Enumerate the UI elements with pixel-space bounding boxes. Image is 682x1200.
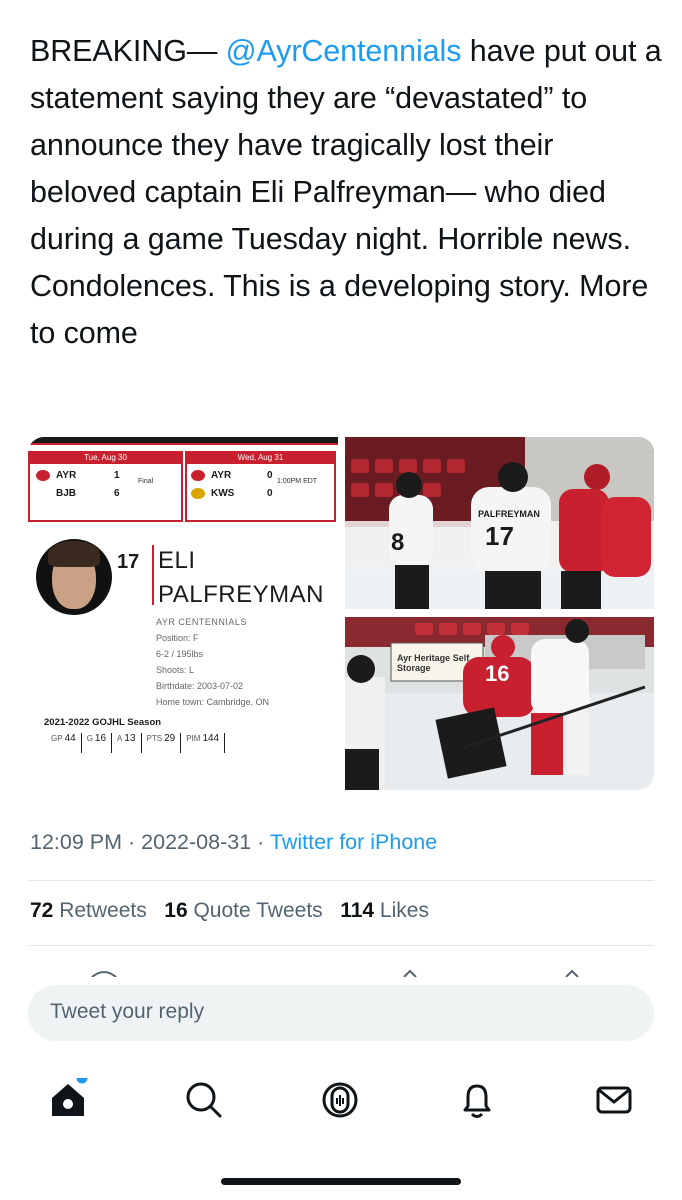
game-box-2: AYR 0 1:00PM EDT KWS 0 (185, 464, 336, 522)
tweet-timestamp: 12:09 PM · 2022-08-31 · Twitter for iPho… (30, 830, 437, 855)
game-date-2: Wed, Aug 31 (185, 451, 336, 464)
likes-label: Likes (379, 899, 429, 922)
tweet-date: 2022-08-31 (141, 830, 252, 854)
divider-top (28, 880, 654, 881)
divider-bottom (28, 945, 654, 946)
likes-link[interactable]: 114 Likes (340, 899, 429, 922)
hockey-photo-bottom-art (345, 617, 654, 790)
reply-input[interactable]: Tweet your reply (28, 985, 654, 1041)
tab-messages[interactable] (592, 1078, 636, 1122)
stat-pts: PTS 29 (142, 733, 182, 753)
tab-spaces[interactable] (318, 1078, 362, 1122)
jersey-name-text: PALFREYMAN (478, 509, 540, 519)
stat-pim: PIM 144 (181, 733, 226, 753)
avatar-hair (48, 541, 100, 567)
tab-home[interactable] (46, 1072, 90, 1122)
media-grid: Tue, Aug 30 Wed, Aug 31 AYR 1 Final BJB … (28, 437, 654, 790)
mention-link[interactable]: @AyrCentennials (226, 34, 462, 68)
tweet-text: BREAKING— @AyrCentennials have put out a… (30, 28, 662, 357)
player-shoots: Shoots: L (156, 665, 195, 675)
stat-gp: GP 44 (46, 733, 82, 753)
home-icon (52, 1072, 88, 1116)
stat-value: 29 (164, 733, 176, 744)
game-box-1: AYR 1 Final BJB 6 (28, 464, 183, 522)
search-icon (186, 1082, 222, 1118)
player-position: Position: F (156, 633, 199, 643)
home-indicator (221, 1178, 461, 1185)
score-home: 1 (114, 470, 120, 481)
stat-a: A 13 (112, 733, 142, 753)
jersey-number-text: 17 (485, 521, 514, 551)
meta-separator: · (128, 830, 136, 854)
game-status: Final (138, 478, 154, 485)
scoreboard-topbar (28, 437, 338, 445)
tweet-time: 12:09 PM (30, 830, 123, 854)
action-bar-peek (0, 964, 682, 978)
player-number: 17 (117, 551, 140, 573)
player-first-name: ELI (158, 547, 196, 574)
hockey-photo-top[interactable]: PALFREYMAN 17 8 (345, 437, 654, 609)
jersey-number-16: 16 (485, 661, 510, 686)
stat-g: G 16 (82, 733, 113, 753)
player-size: 6-2 / 195lbs (156, 649, 204, 659)
player-hometown: Home town: Cambridge, ON (156, 697, 270, 707)
team-away: BJB (56, 488, 77, 499)
stat-label: PTS (146, 734, 163, 743)
ayr-logo-icon (191, 470, 205, 481)
likes-count: 114 (340, 899, 375, 922)
kws-logo-icon (191, 488, 205, 499)
tweet-text-prefix: BREAKING— (30, 34, 226, 68)
notifications-icon (463, 1084, 491, 1118)
season-stats: GP 44 G 16 A 13 PTS 29 PIM 144 (46, 733, 226, 753)
team-home: AYR (211, 470, 232, 481)
sign-text: Ayr Heritage Self Storage (397, 653, 470, 673)
score-home: 0 (267, 470, 273, 481)
player-birthdate: Birthdate: 2003-07-02 (156, 681, 244, 691)
team-home: AYR (56, 470, 77, 481)
stat-label: A (117, 734, 123, 743)
player-team: AYR CENTENNIALS (156, 617, 247, 627)
player-last-name: PALFREYMAN (158, 581, 324, 608)
retweets-link[interactable]: 72 Retweets (30, 899, 147, 922)
tab-search[interactable] (182, 1078, 226, 1122)
stat-label: PIM (186, 734, 201, 743)
player-card-image[interactable]: Tue, Aug 30 Wed, Aug 31 AYR 1 Final BJB … (28, 437, 338, 790)
jersey-number-8: 8 (391, 529, 405, 556)
retweets-label: Retweets (59, 899, 147, 922)
bottom-tab-bar (0, 1060, 682, 1140)
reply-placeholder: Tweet your reply (50, 1000, 205, 1023)
quote-tweets-link[interactable]: 16 Quote Tweets (164, 899, 322, 922)
retweets-count: 72 (30, 899, 54, 922)
game-date-1: Tue, Aug 30 (28, 451, 183, 464)
engagement-counts: 72 Retweets 16 Quote Tweets 114 Likes (30, 899, 429, 923)
ayr-logo-icon (36, 470, 50, 481)
stat-value: 16 (94, 733, 107, 744)
stat-value: 144 (202, 733, 220, 744)
season-label: 2021-2022 GOJHL Season (44, 717, 162, 728)
stat-label: GP (51, 734, 63, 743)
quotes-label: Quote Tweets (193, 899, 323, 922)
stat-value: 44 (64, 733, 76, 744)
quotes-count: 16 (164, 899, 188, 922)
stat-value: 13 (124, 733, 136, 744)
score-away: 0 (267, 488, 273, 499)
tab-notifications[interactable] (455, 1078, 499, 1122)
messages-icon (596, 1086, 632, 1114)
team-away: KWS (211, 488, 235, 499)
action-icons-clipped (91, 969, 579, 978)
player-avatar (36, 539, 112, 615)
stat-label: G (86, 734, 93, 743)
tweet-text-body: have put out a statement saying they are… (30, 34, 662, 350)
score-away: 6 (114, 488, 120, 499)
client-link[interactable]: Twitter for iPhone (270, 830, 437, 854)
name-accent-bar (152, 545, 154, 605)
meta-separator: · (257, 830, 265, 854)
spaces-icon (322, 1082, 358, 1118)
game-status: 1:00PM EDT (277, 478, 318, 485)
hockey-photo-bottom[interactable]: Ayr Heritage Self Storage 16 (345, 617, 654, 790)
